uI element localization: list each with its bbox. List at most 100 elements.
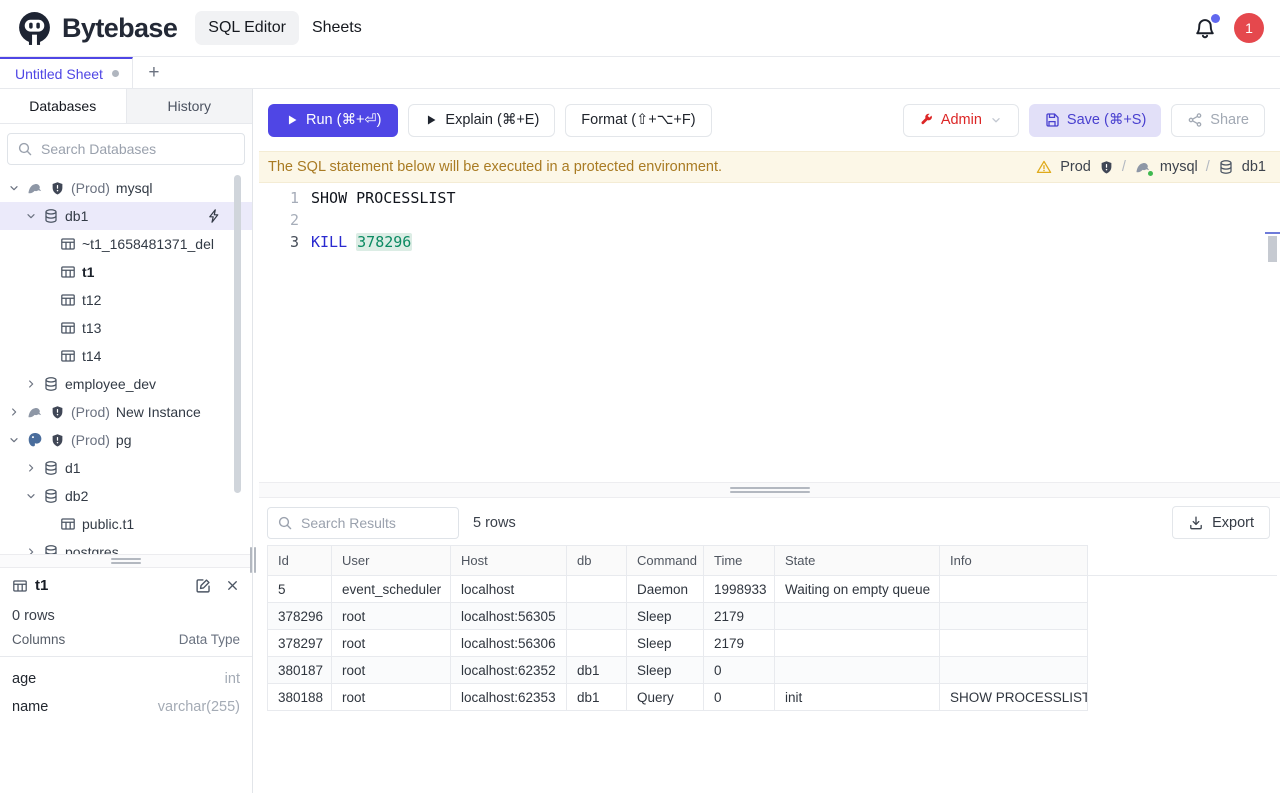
results-resize-handle[interactable] xyxy=(259,482,1280,498)
nav-sql-editor[interactable]: SQL Editor xyxy=(195,11,299,45)
chevron-right-icon[interactable] xyxy=(25,546,37,554)
tree-item-employee-dev[interactable]: employee_dev xyxy=(0,370,252,398)
cell-id[interactable]: 378296 xyxy=(268,603,332,630)
cell-db[interactable] xyxy=(567,576,627,603)
code-lines[interactable]: SHOW PROCESSLIST KILL 378296 xyxy=(311,187,1280,482)
tree-item-db2[interactable]: db2 xyxy=(0,482,252,510)
code-line[interactable]: SHOW PROCESSLIST xyxy=(311,187,1280,209)
cell-host[interactable]: localhost:62353 xyxy=(451,684,567,711)
cell-id[interactable]: 5 xyxy=(268,576,332,603)
cell-db[interactable] xyxy=(567,603,627,630)
cell-host[interactable]: localhost:56305 xyxy=(451,603,567,630)
cell-time[interactable]: 0 xyxy=(704,657,775,684)
save-button[interactable]: Save (⌘+S) xyxy=(1029,104,1161,137)
breadcrumb-environment[interactable]: Prod xyxy=(1060,159,1091,175)
cell-user[interactable]: event_scheduler xyxy=(332,576,451,603)
cell-user[interactable]: root xyxy=(332,603,451,630)
chevron-down-icon[interactable] xyxy=(25,490,37,502)
chevron-right-icon[interactable] xyxy=(25,462,37,474)
bytebase-logo[interactable] xyxy=(16,10,53,47)
schema-column-row[interactable]: ageint xyxy=(0,665,252,693)
tree-item-t1[interactable]: t1 xyxy=(0,258,252,286)
chevron-down-icon[interactable] xyxy=(8,182,20,194)
cell-info[interactable] xyxy=(940,576,1088,603)
cell-host[interactable]: localhost xyxy=(451,576,567,603)
tree-item-d1[interactable]: d1 xyxy=(0,454,252,482)
cell-state[interactable] xyxy=(775,657,940,684)
cell-command[interactable]: Query xyxy=(627,684,704,711)
sql-code-editor[interactable]: 123 SHOW PROCESSLISTKILL 378296 xyxy=(259,183,1280,482)
cell-command[interactable]: Daemon xyxy=(627,576,704,603)
code-line[interactable] xyxy=(311,209,1280,231)
edit-table-icon[interactable] xyxy=(195,577,212,594)
cell-time[interactable]: 2179 xyxy=(704,603,775,630)
cell-db[interactable]: db1 xyxy=(567,684,627,711)
chevron-down-icon[interactable] xyxy=(25,210,37,222)
editor-scrollbar[interactable] xyxy=(1265,183,1280,482)
result-row[interactable]: 5event_schedulerlocalhostDaemon1998933Wa… xyxy=(268,576,1278,603)
cell-id[interactable]: 380187 xyxy=(268,657,332,684)
export-button[interactable]: Export xyxy=(1172,506,1270,539)
avatar[interactable]: 1 xyxy=(1234,13,1264,43)
schema-panel-resize-handle[interactable] xyxy=(0,554,252,568)
tree-item-t1-1658481371-del[interactable]: ~t1_1658481371_del xyxy=(0,230,252,258)
tree-item-t12[interactable]: t12 xyxy=(0,286,252,314)
cell-time[interactable]: 0 xyxy=(704,684,775,711)
notifications-button[interactable] xyxy=(1193,16,1217,40)
nav-sheets[interactable]: Sheets xyxy=(299,11,375,45)
lightning-icon[interactable] xyxy=(206,208,222,224)
cell-db[interactable] xyxy=(567,630,627,657)
format-button[interactable]: Format (⇧+⌥+F) xyxy=(565,104,711,137)
tab-untitled-sheet[interactable]: Untitled Sheet xyxy=(0,57,133,88)
tree-item-pg[interactable]: (Prod)pg xyxy=(0,426,252,454)
sidebar-resize-handle[interactable] xyxy=(250,547,256,573)
admin-mode-button[interactable]: Admin xyxy=(903,104,1019,137)
chevron-right-icon[interactable] xyxy=(8,406,20,418)
breadcrumb-database[interactable]: db1 xyxy=(1242,159,1266,175)
chevron-down-icon[interactable] xyxy=(8,434,20,446)
tree-item-public-t1[interactable]: public.t1 xyxy=(0,510,252,538)
tree-item-t13[interactable]: t13 xyxy=(0,314,252,342)
tab-history[interactable]: History xyxy=(127,89,253,123)
cell-id[interactable]: 378297 xyxy=(268,630,332,657)
code-line[interactable]: KILL 378296 xyxy=(311,231,1280,253)
cell-info[interactable] xyxy=(940,603,1088,630)
share-button[interactable]: Share xyxy=(1171,104,1265,137)
cell-state[interactable] xyxy=(775,630,940,657)
cell-info[interactable] xyxy=(940,630,1088,657)
cell-host[interactable]: localhost:56306 xyxy=(451,630,567,657)
cell-command[interactable]: Sleep xyxy=(627,657,704,684)
result-row[interactable]: 380188rootlocalhost:62353db1Query0initSH… xyxy=(268,684,1278,711)
search-results-input[interactable] xyxy=(267,507,459,539)
tab-databases[interactable]: Databases xyxy=(0,89,127,123)
result-row[interactable]: 378296rootlocalhost:56305 Sleep2179 xyxy=(268,603,1278,630)
cell-host[interactable]: localhost:62352 xyxy=(451,657,567,684)
schema-column-row[interactable]: namevarchar(255) xyxy=(0,693,252,721)
tree-item-t14[interactable]: t14 xyxy=(0,342,252,370)
result-row[interactable]: 378297rootlocalhost:56306 Sleep2179 xyxy=(268,630,1278,657)
chevron-right-icon[interactable] xyxy=(25,378,37,390)
result-row[interactable]: 380187rootlocalhost:62352db1Sleep0 xyxy=(268,657,1278,684)
cell-time[interactable]: 2179 xyxy=(704,630,775,657)
cell-command[interactable]: Sleep xyxy=(627,630,704,657)
tree-item-new-instance[interactable]: (Prod)New Instance xyxy=(0,398,252,426)
cell-state[interactable] xyxy=(775,603,940,630)
search-databases-input[interactable] xyxy=(7,133,245,165)
breadcrumb-instance[interactable]: mysql xyxy=(1160,159,1198,175)
cell-state[interactable]: Waiting on empty queue xyxy=(775,576,940,603)
cell-user[interactable]: root xyxy=(332,684,451,711)
sidebar-scrollbar[interactable] xyxy=(234,175,241,493)
cell-id[interactable]: 380188 xyxy=(268,684,332,711)
scrollbar-thumb[interactable] xyxy=(1268,236,1277,262)
cell-info[interactable]: SHOW PROCESSLIST xyxy=(940,684,1088,711)
cell-command[interactable]: Sleep xyxy=(627,603,704,630)
cell-user[interactable]: root xyxy=(332,657,451,684)
cell-info[interactable] xyxy=(940,657,1088,684)
tree-item-postgres[interactable]: postgres xyxy=(0,538,252,554)
cell-user[interactable]: root xyxy=(332,630,451,657)
cell-state[interactable]: init xyxy=(775,684,940,711)
tree-item-mysql[interactable]: (Prod)mysql xyxy=(0,174,252,202)
run-button[interactable]: Run (⌘+⏎) xyxy=(268,104,398,137)
explain-button[interactable]: Explain (⌘+E) xyxy=(408,104,555,137)
cell-db[interactable]: db1 xyxy=(567,657,627,684)
